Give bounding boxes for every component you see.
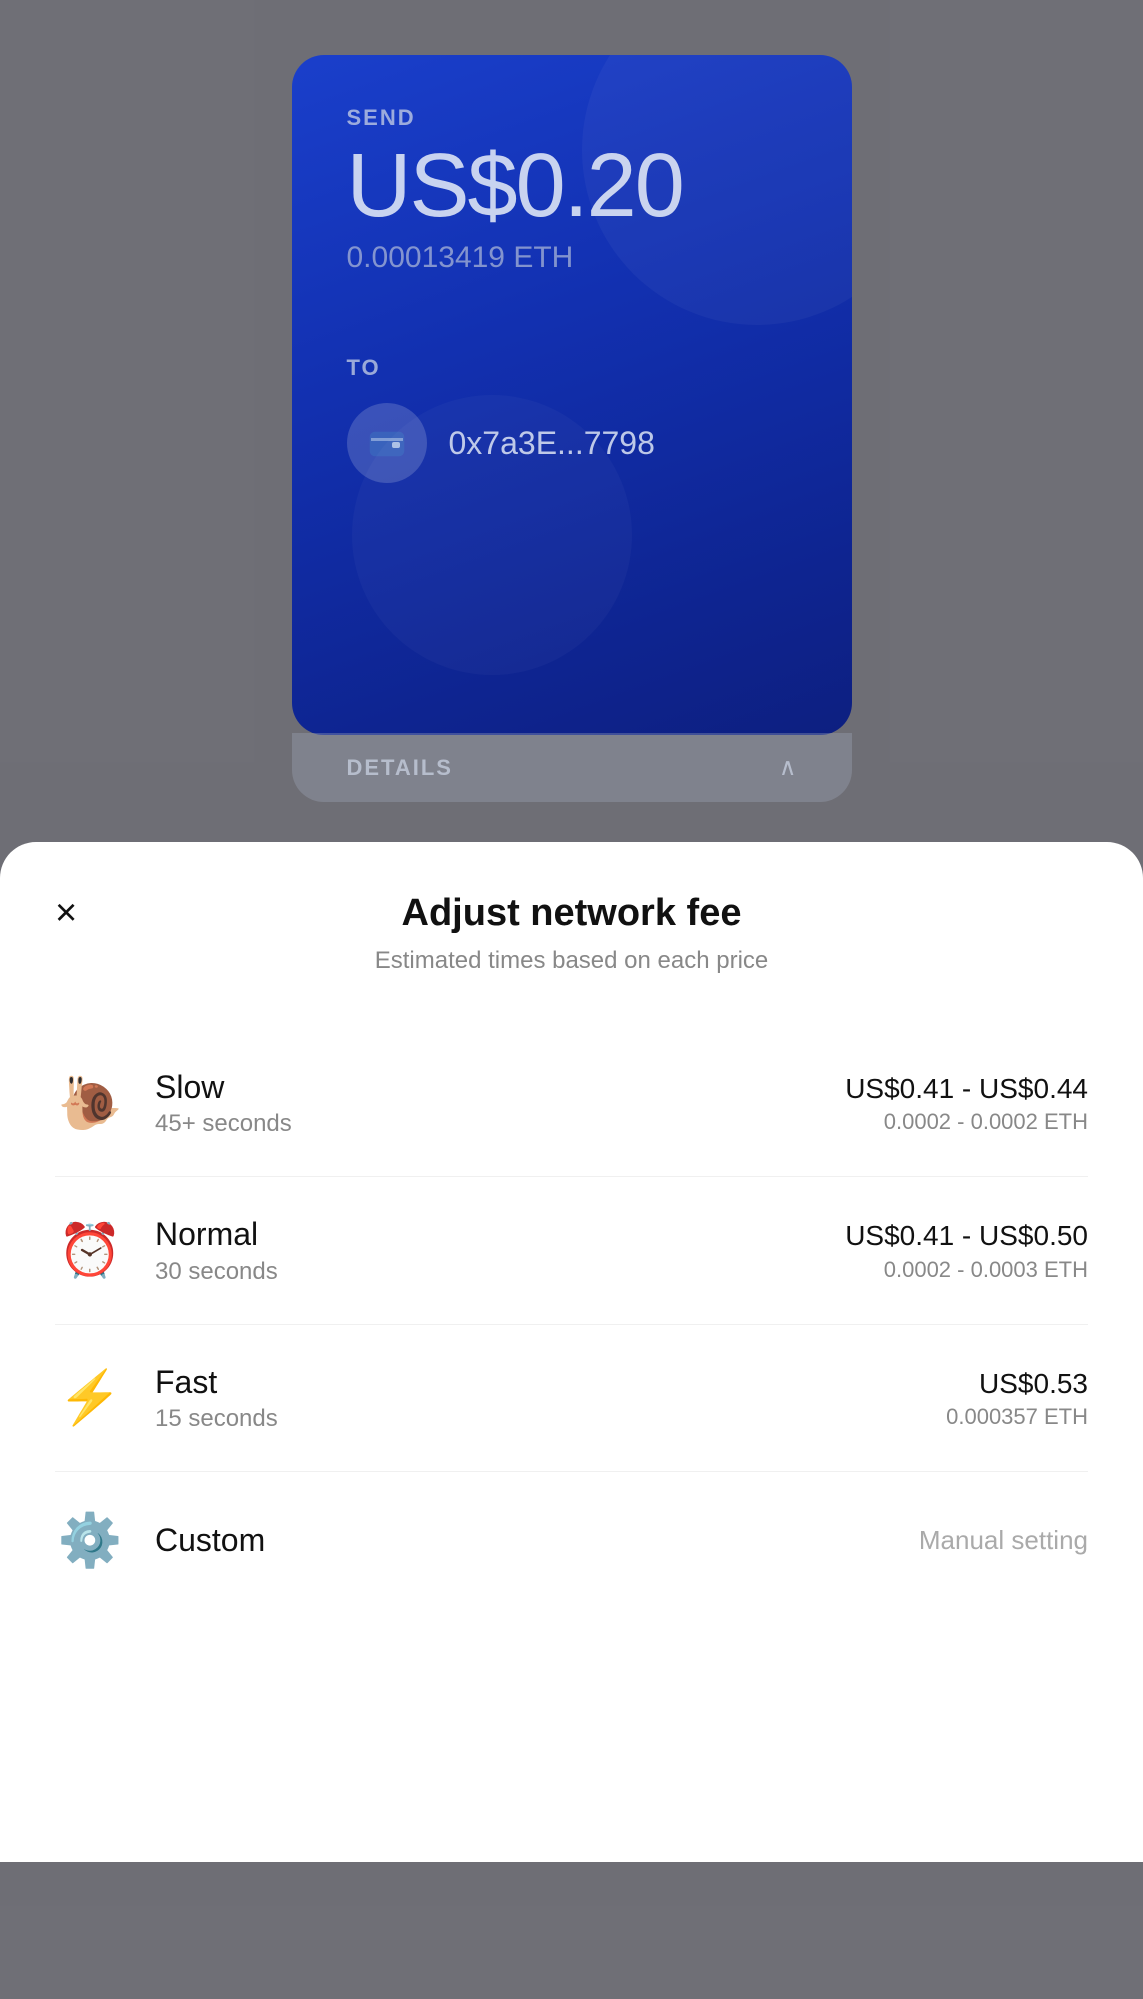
send-amount-eth: 0.00013419 ETH bbox=[347, 241, 797, 275]
fast-name: Fast bbox=[155, 1363, 946, 1401]
normal-info: Normal 30 seconds bbox=[155, 1215, 845, 1285]
fast-info: Fast 15 seconds bbox=[155, 1363, 946, 1433]
details-label: DETAILS bbox=[347, 755, 453, 781]
fee-item-fast[interactable]: ⚡ Fast 15 seconds US$0.53 0.000357 ETH bbox=[55, 1325, 1088, 1472]
fast-usd: US$0.53 bbox=[946, 1366, 1088, 1402]
normal-price: US$0.41 - US$0.50 0.0002 - 0.0003 ETH bbox=[845, 1218, 1088, 1282]
wallet-svg bbox=[368, 424, 406, 462]
fee-item-slow[interactable]: 🐌 Slow 45+ seconds US$0.41 - US$0.44 0.0… bbox=[55, 1030, 1088, 1177]
fast-eth: 0.000357 ETH bbox=[946, 1404, 1088, 1430]
normal-eth: 0.0002 - 0.0003 ETH bbox=[845, 1257, 1088, 1283]
close-button[interactable]: × bbox=[55, 894, 77, 932]
sheet-header: × Adjust network fee bbox=[55, 892, 1088, 935]
to-address: 0x7a3E...7798 bbox=[449, 425, 655, 462]
send-amount-usd: US$0.20 bbox=[347, 141, 797, 231]
slow-price: US$0.41 - US$0.44 0.0002 - 0.0002 ETH bbox=[845, 1071, 1088, 1135]
sheet-title: Adjust network fee bbox=[55, 892, 1088, 935]
normal-usd: US$0.41 - US$0.50 bbox=[845, 1218, 1088, 1254]
normal-time: 30 seconds bbox=[155, 1258, 845, 1286]
wallet-icon bbox=[347, 403, 427, 483]
fee-item-normal[interactable]: ⏰ Normal 30 seconds US$0.41 - US$0.50 0.… bbox=[55, 1177, 1088, 1324]
fast-icon: ⚡ bbox=[55, 1367, 125, 1428]
fast-time: 15 seconds bbox=[155, 1405, 946, 1433]
slow-icon: 🐌 bbox=[55, 1073, 125, 1134]
slow-eth: 0.0002 - 0.0002 ETH bbox=[845, 1109, 1088, 1135]
custom-name: Custom bbox=[155, 1521, 919, 1559]
chevron-up-icon: ∧ bbox=[779, 753, 797, 782]
fast-price: US$0.53 0.000357 ETH bbox=[946, 1366, 1088, 1430]
send-card: SEND US$0.20 0.00013419 ETH TO 0x7a3E...… bbox=[292, 55, 852, 735]
slow-name: Slow bbox=[155, 1068, 845, 1106]
to-address-row: 0x7a3E...7798 bbox=[347, 403, 797, 483]
to-label: TO bbox=[347, 355, 797, 381]
slow-time: 45+ seconds bbox=[155, 1110, 845, 1138]
slow-usd: US$0.41 - US$0.44 bbox=[845, 1071, 1088, 1107]
fee-item-custom[interactable]: ⚙️ Custom Manual setting bbox=[55, 1472, 1088, 1609]
sheet-subtitle: Estimated times based on each price bbox=[55, 947, 1088, 975]
fee-list: 🐌 Slow 45+ seconds US$0.41 - US$0.44 0.0… bbox=[55, 1030, 1088, 1609]
custom-icon: ⚙️ bbox=[55, 1510, 125, 1571]
slow-info: Slow 45+ seconds bbox=[155, 1068, 845, 1138]
bottom-sheet: × Adjust network fee Estimated times bas… bbox=[0, 842, 1143, 1862]
custom-info: Custom bbox=[155, 1521, 919, 1559]
custom-manual: Manual setting bbox=[919, 1525, 1088, 1556]
send-label: SEND bbox=[347, 105, 797, 131]
normal-name: Normal bbox=[155, 1215, 845, 1253]
details-bar[interactable]: DETAILS ∧ bbox=[0, 733, 1143, 802]
send-card-container: SEND US$0.20 0.00013419 ETH TO 0x7a3E...… bbox=[0, 0, 1143, 735]
normal-icon: ⏰ bbox=[55, 1220, 125, 1281]
custom-price: Manual setting bbox=[919, 1525, 1088, 1556]
